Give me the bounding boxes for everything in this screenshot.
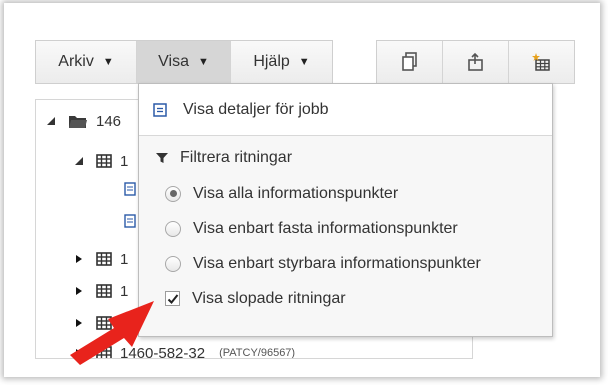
copy-icon — [401, 52, 417, 71]
chevron-down-icon: ▼ — [298, 56, 310, 68]
tree-row[interactable]: 146 — [46, 110, 121, 132]
option-visa-alla[interactable]: Visa alla informationspunkter — [139, 176, 552, 211]
details-icon — [153, 102, 167, 117]
menu-item-visa-detaljer[interactable]: Visa detaljer för jobb — [139, 84, 552, 136]
radio-button[interactable] — [165, 185, 181, 202]
tree-item-label: 1 — [120, 152, 129, 170]
menu-hjalp-label: Hjälp — [253, 53, 290, 70]
table-icon — [96, 154, 112, 168]
radio-selected-dot — [169, 190, 177, 197]
option-label: Visa enbart styrbara informationspunkter — [193, 254, 481, 272]
tree-item-sublabel: (PATCY/96567) — [219, 347, 296, 359]
document-icon — [124, 214, 136, 228]
document-icon — [124, 182, 136, 196]
menu-visa-label: Visa — [158, 53, 189, 70]
tree-item-label: 1 — [120, 250, 129, 268]
option-label: Visa enbart fasta informationspunkter — [193, 219, 458, 237]
option-label: Visa slopade ritningar — [192, 289, 346, 307]
table-icon — [96, 252, 112, 266]
chevron-down-icon: ▼ — [102, 56, 114, 68]
copy-button[interactable] — [377, 41, 443, 83]
option-label: Visa alla informationspunkter — [193, 184, 399, 202]
folder-icon — [69, 116, 87, 128]
new-table-icon — [531, 53, 550, 71]
visa-dropdown-menu: Visa detaljer för jobb Filtrera ritninga… — [138, 83, 553, 337]
collapsed-triangle-icon[interactable] — [74, 254, 84, 264]
checkmark-icon — [167, 293, 178, 304]
filter-section-label: Filtrera ritningar — [180, 149, 293, 166]
menu-arkiv-label: Arkiv — [58, 53, 94, 70]
app-window: Arkiv ▼ Visa ▼ Hjälp ▼ 146 1 1 1 1460-58… — [4, 3, 600, 377]
annotation-arrow-icon — [70, 301, 154, 365]
icon-toolbar — [376, 40, 575, 84]
menu-hjalp-button[interactable]: Hjälp ▼ — [231, 41, 332, 83]
tree-row[interactable]: 1 — [74, 150, 128, 172]
expanded-triangle-icon[interactable] — [46, 116, 56, 126]
menu-arkiv-button[interactable]: Arkiv ▼ — [36, 41, 137, 83]
menu-visa-button[interactable]: Visa ▼ — [137, 41, 231, 83]
expanded-triangle-icon[interactable] — [74, 156, 84, 166]
new-table-button[interactable] — [509, 41, 574, 83]
option-visa-fasta[interactable]: Visa enbart fasta informationspunkter — [139, 211, 552, 246]
menu-item-label: Visa detaljer för jobb — [183, 100, 329, 118]
tree-item-label: 146 — [96, 112, 122, 130]
export-icon — [467, 52, 483, 71]
filter-icon — [156, 153, 168, 163]
chevron-down-icon: ▼ — [197, 56, 209, 68]
option-visa-styrbara[interactable]: Visa enbart styrbara informationspunkter — [139, 246, 552, 281]
radio-button[interactable] — [165, 220, 181, 237]
option-visa-slopade[interactable]: Visa slopade ritningar — [139, 281, 552, 316]
menubar: Arkiv ▼ Visa ▼ Hjälp ▼ — [35, 40, 333, 84]
filter-section-header: Filtrera ritningar — [139, 140, 552, 176]
tree-row[interactable]: 1 — [74, 248, 128, 270]
radio-button[interactable] — [165, 255, 181, 272]
export-button[interactable] — [443, 41, 509, 83]
checkbox[interactable] — [165, 291, 180, 306]
